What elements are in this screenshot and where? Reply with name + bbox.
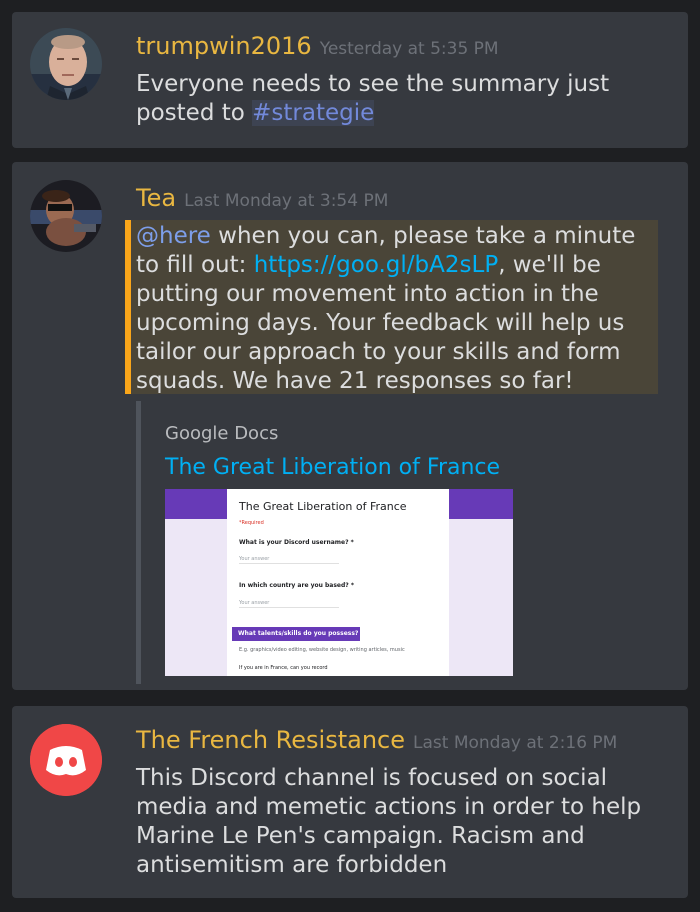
link-embed: Google Docs The Great Liberation of Fran… <box>136 401 556 684</box>
avatar[interactable] <box>30 28 102 100</box>
timestamp: Yesterday at 5:35 PM <box>319 39 499 59</box>
form-title: The Great Liberation of France <box>239 500 407 513</box>
username[interactable]: trumpwin2016 <box>136 32 312 60</box>
message-text: Everyone needs to see the summary just p… <box>136 70 656 128</box>
timestamp: Last Monday at 2:16 PM <box>413 733 618 753</box>
mention-here[interactable]: @here <box>136 223 211 249</box>
channel-link[interactable]: #strategie <box>252 100 375 126</box>
message-card-1: trumpwin2016 Yesterday at 5:35 PM Everyon… <box>12 12 688 148</box>
embed-preview-image[interactable]: The Great Liberation of France *Required… <box>165 489 513 676</box>
message-text: @here when you can, please take a minute… <box>136 222 658 396</box>
form-section-header: What talents/skills do you possess? <box>232 627 360 641</box>
form-question: In which country are you based? * <box>239 582 354 589</box>
message-card-2: Tea Last Monday at 3:54 PM @here when you… <box>12 162 688 690</box>
form-hint: E.g. graphics/video editing, website des… <box>239 647 405 653</box>
username[interactable]: Tea <box>136 184 176 212</box>
discord-logo-icon <box>30 724 102 796</box>
form-required-note: *Required <box>239 520 264 526</box>
message-card-3: The French Resistance Last Monday at 2:16… <box>12 706 688 898</box>
avatar[interactable] <box>30 180 102 252</box>
embed-title[interactable]: The Great Liberation of France <box>165 455 500 480</box>
embed-provider: Google Docs <box>165 423 279 444</box>
form-question: What is your Discord username? * <box>239 539 354 546</box>
avatar[interactable] <box>30 724 102 796</box>
form-answer-placeholder: Your answer <box>239 600 339 608</box>
form-answer-placeholder: Your answer <box>239 556 339 564</box>
username[interactable]: The French Resistance <box>136 726 405 754</box>
user-avatar-image <box>30 28 102 100</box>
timestamp: Last Monday at 3:54 PM <box>184 191 389 211</box>
message-text: This Discord channel is focused on socia… <box>136 765 642 878</box>
form-link[interactable]: https://goo.gl/bA2sLP <box>254 252 498 278</box>
user-avatar-image <box>30 180 102 252</box>
form-paper: The Great Liberation of France *Required… <box>227 489 449 676</box>
form-question: If you are in France, can you record <box>239 665 328 671</box>
